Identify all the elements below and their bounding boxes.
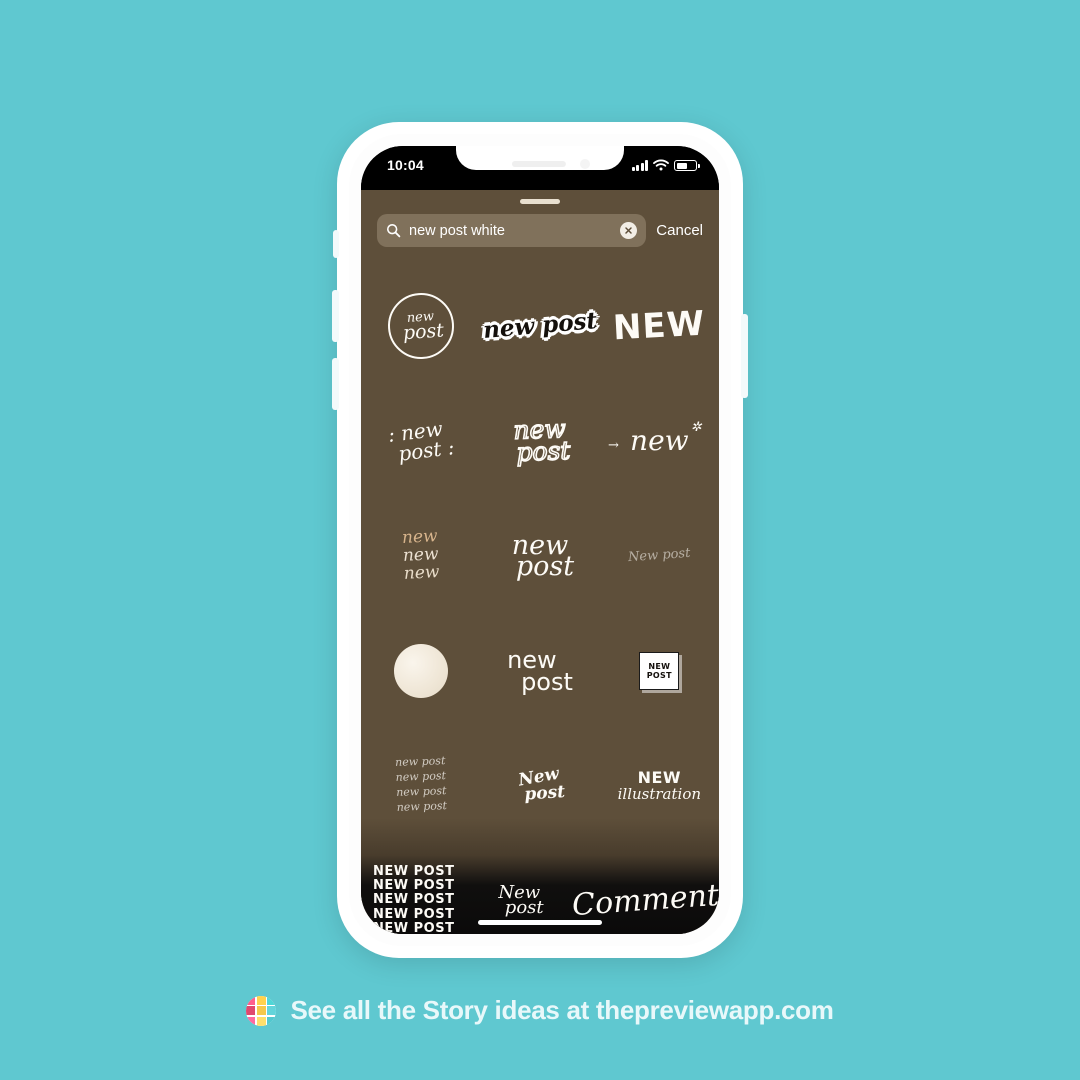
icon-tile [256, 1016, 266, 1026]
sticker-line: New post [627, 545, 691, 566]
cellular-signal-icon [631, 160, 648, 171]
sticker-line: NEW [648, 661, 671, 671]
sparkle-icon: → [608, 437, 619, 453]
sticker-line: NEW POST [373, 920, 455, 934]
phone-screen: Cancel new post new post N [361, 146, 719, 934]
phone-frame: Cancel new post new post N [332, 122, 748, 958]
sticker-line: NEW POST [373, 864, 455, 880]
icon-tile [256, 995, 266, 1005]
sticker-search-panel: Cancel new post new post N [361, 190, 719, 934]
sticker-line: post [521, 667, 573, 696]
status-icons [631, 159, 700, 171]
cream-circle-shape [393, 643, 448, 698]
icon-tile [267, 1006, 277, 1015]
sticker-line: new post [396, 798, 447, 814]
icon-tile [267, 995, 277, 1005]
sticker-line: NEW POST [373, 906, 455, 922]
sticker-line: NEW POST [373, 892, 455, 908]
sticker-line: NEW [637, 767, 682, 787]
footer-text: See all the Story ideas at thepreviewapp… [290, 995, 834, 1025]
icon-tile [246, 1006, 256, 1015]
icon-tile [267, 1016, 277, 1026]
icon-tile [256, 1006, 266, 1015]
sticker-new-post-thin[interactable]: new post [480, 498, 599, 613]
sticker-line: post [504, 897, 544, 918]
icon-tile [246, 1016, 256, 1026]
sticker-line: new [630, 423, 689, 457]
sticker-line: post : [396, 434, 456, 466]
sticker-line: new post [395, 783, 447, 799]
sticker-line: new [403, 561, 440, 584]
footer: See all the Story ideas at thepreviewapp… [0, 995, 1080, 1026]
sticker-new-post-angled[interactable]: New post [480, 728, 599, 843]
home-indicator[interactable] [478, 920, 602, 925]
power-button[interactable] [741, 314, 748, 398]
sticker-row: new post NEW POST [361, 613, 719, 728]
sticker-line: NEW POST [373, 878, 455, 894]
cancel-button[interactable]: Cancel [656, 222, 703, 239]
sticker-line: illustration [617, 784, 702, 803]
sticker-new-illustration[interactable]: NEW illustration [600, 728, 719, 843]
battery-icon [674, 160, 700, 171]
sticker-cream-circle[interactable] [361, 613, 480, 728]
sticker-new-post-faint[interactable]: New post [600, 498, 719, 613]
sticker-new-bold[interactable]: NEW [600, 268, 719, 383]
preview-app-icon [246, 995, 277, 1026]
sticker-line: Comment [570, 877, 719, 923]
sticker-new-sparkle[interactable]: → new ✲ [600, 383, 719, 498]
status-time: 10:04 [387, 157, 424, 173]
search-icon [386, 223, 401, 238]
sticker-line: new post [394, 753, 446, 769]
sticker-new-post-colons[interactable]: : new post : [361, 383, 480, 498]
sticker-new-post-note-card[interactable]: NEW POST [600, 613, 719, 728]
sticker-new-post-black-outline[interactable]: new post [480, 268, 599, 383]
clear-icon[interactable] [620, 222, 638, 239]
drag-handle[interactable] [520, 199, 560, 204]
sticker-line: new post [481, 307, 599, 344]
sticker-row: new post new post new post new post New … [361, 728, 719, 843]
sticker-row: : new post : new post → new ✲ [361, 383, 719, 498]
search-row: Cancel [361, 214, 719, 247]
sticker-line: post [515, 435, 572, 467]
earpiece-speaker [511, 161, 566, 167]
sticker-row: new post new post NEW [361, 268, 719, 383]
sparkle-icon: ✲ [690, 419, 702, 435]
sticker-new-post-chunky[interactable]: new post [480, 613, 599, 728]
icon-tile [246, 995, 256, 1005]
sticker-new-post-bold-stack[interactable]: NEW POST NEW POST NEW POST NEW POST NEW … [361, 843, 466, 934]
sticker-new-new-new[interactable]: new new new [361, 498, 480, 613]
volume-up-button[interactable] [332, 290, 339, 342]
sticker-row: new new new new post New post [361, 498, 719, 613]
sticker-line: post [515, 550, 575, 582]
front-camera-icon [580, 159, 590, 169]
sticker-line: new post [394, 768, 446, 784]
sticker-line: post [401, 318, 445, 344]
sticker-new-post-repeated[interactable]: new post new post new post new post [361, 728, 480, 843]
sticker-new-post-stroke[interactable]: new post [480, 383, 599, 498]
sticker-grid: new post new post NEW : new post: new p… [361, 268, 719, 934]
silent-switch-button[interactable] [333, 230, 339, 258]
volume-down-button[interactable] [332, 358, 339, 410]
search-input[interactable] [409, 222, 613, 239]
sticker-new-post-circle[interactable]: new post [361, 268, 480, 383]
sticker-line: POST [646, 670, 672, 680]
sticker-line: post [523, 781, 566, 805]
wifi-icon [653, 159, 669, 171]
sticker-line: NEW [612, 303, 707, 348]
search-field[interactable] [377, 214, 647, 247]
